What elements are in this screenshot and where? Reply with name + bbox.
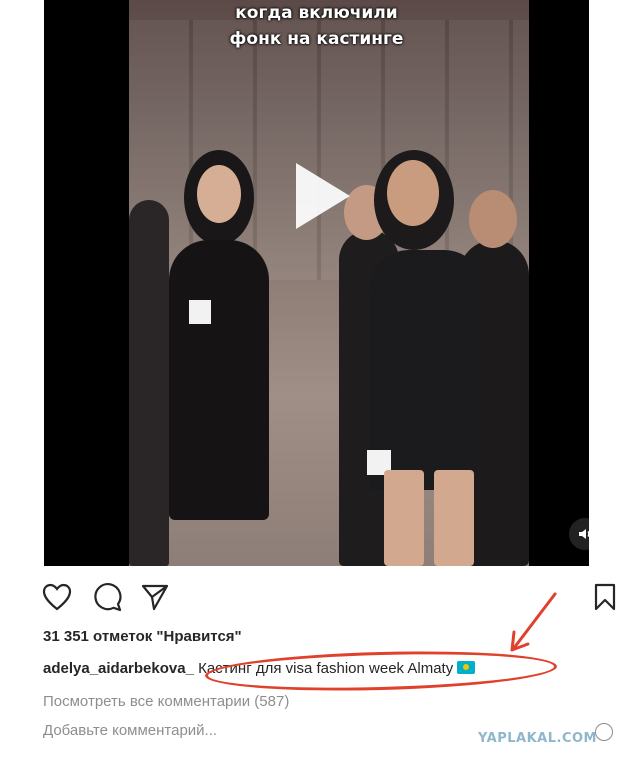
view-all-comments-link[interactable]: Посмотреть все комментарии (587) bbox=[43, 693, 289, 710]
annotation-arrow-icon bbox=[510, 592, 557, 652]
comment-icon[interactable] bbox=[90, 580, 124, 614]
speaker-icon[interactable] bbox=[569, 518, 589, 550]
likes-count[interactable]: 31 351 отметок "Нравится" bbox=[43, 628, 242, 645]
play-icon[interactable] bbox=[296, 163, 350, 229]
caption-username[interactable]: adelya_aidarbekova_ bbox=[43, 660, 194, 677]
video-frame bbox=[129, 0, 529, 566]
bookmark-icon[interactable] bbox=[588, 580, 622, 614]
add-comment-input[interactable]: Добавьте комментарий... bbox=[43, 722, 217, 739]
send-icon[interactable] bbox=[138, 580, 172, 614]
video-overlay-text: когда включили фонк на кастинге bbox=[44, 0, 589, 52]
watermark: YAPLAKAL.COM bbox=[478, 731, 597, 746]
heart-icon[interactable] bbox=[40, 580, 74, 614]
video-player[interactable]: когда включили фонк на кастинге bbox=[44, 0, 589, 566]
emoji-icon[interactable] bbox=[595, 723, 613, 741]
overlay-line-2: фонк на кастинге bbox=[229, 29, 404, 49]
overlay-line-1: когда включили bbox=[235, 3, 398, 23]
